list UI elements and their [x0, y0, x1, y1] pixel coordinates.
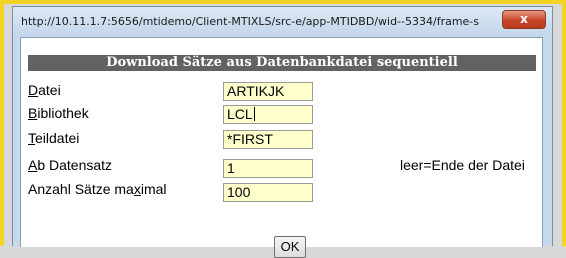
teildatei-label-accel: T	[28, 130, 35, 146]
text-cursor	[253, 107, 255, 121]
datei-label-text: atei	[38, 82, 61, 98]
window-title: http://10.11.1.7:5656/mtidemo/Client-MTI…	[21, 15, 480, 28]
ab-datensatz-label-text: b Datensatz	[37, 157, 113, 173]
datei-label-accel: D	[28, 82, 39, 98]
teildatei-label-text: eildatei	[35, 130, 80, 146]
anzahl-saetze-input[interactable]: 100	[223, 183, 313, 202]
bibliothek-label-text: ibliothek	[37, 105, 89, 121]
close-button[interactable]: x	[502, 10, 546, 29]
bibliothek-value: LCL	[227, 106, 253, 122]
teildatei-input[interactable]: *FIRST	[223, 130, 313, 149]
teildatei-label: Teildatei	[28, 130, 79, 146]
dialog-content: Download Sätze aus Datenbankdatei sequen…	[20, 37, 543, 258]
ab-datensatz-label-accel: A	[28, 157, 38, 173]
bibliothek-input[interactable]: LCL	[223, 105, 313, 124]
ab-datensatz-label: Ab Datensatz	[28, 157, 112, 173]
title-bar[interactable]: http://10.11.1.7:5656/mtidemo/Client-MTI…	[13, 7, 552, 37]
close-icon: x	[520, 12, 528, 26]
anzahl-saetze-label-accel: x	[133, 181, 141, 197]
ab-datensatz-input[interactable]: 1	[223, 159, 313, 178]
datei-input[interactable]: ARTIKJK	[223, 82, 313, 101]
anzahl-saetze-label-tail: imal	[140, 181, 167, 197]
ok-button[interactable]: OK	[274, 236, 306, 258]
popup-window: http://10.11.1.7:5656/mtidemo/Client-MTI…	[12, 6, 553, 258]
anzahl-saetze-label-text: Anzahl Sätze ma	[28, 181, 134, 197]
ab-datensatz-hint: leer=Ende der Datei	[400, 157, 525, 173]
bibliothek-label: Bibliothek	[28, 105, 89, 121]
anzahl-saetze-label: Anzahl Sätze maximal	[28, 181, 167, 197]
bibliothek-label-accel: B	[28, 105, 38, 121]
datei-label: Datei	[28, 82, 61, 98]
form-heading: Download Sätze aus Datenbankdatei sequen…	[28, 55, 536, 71]
